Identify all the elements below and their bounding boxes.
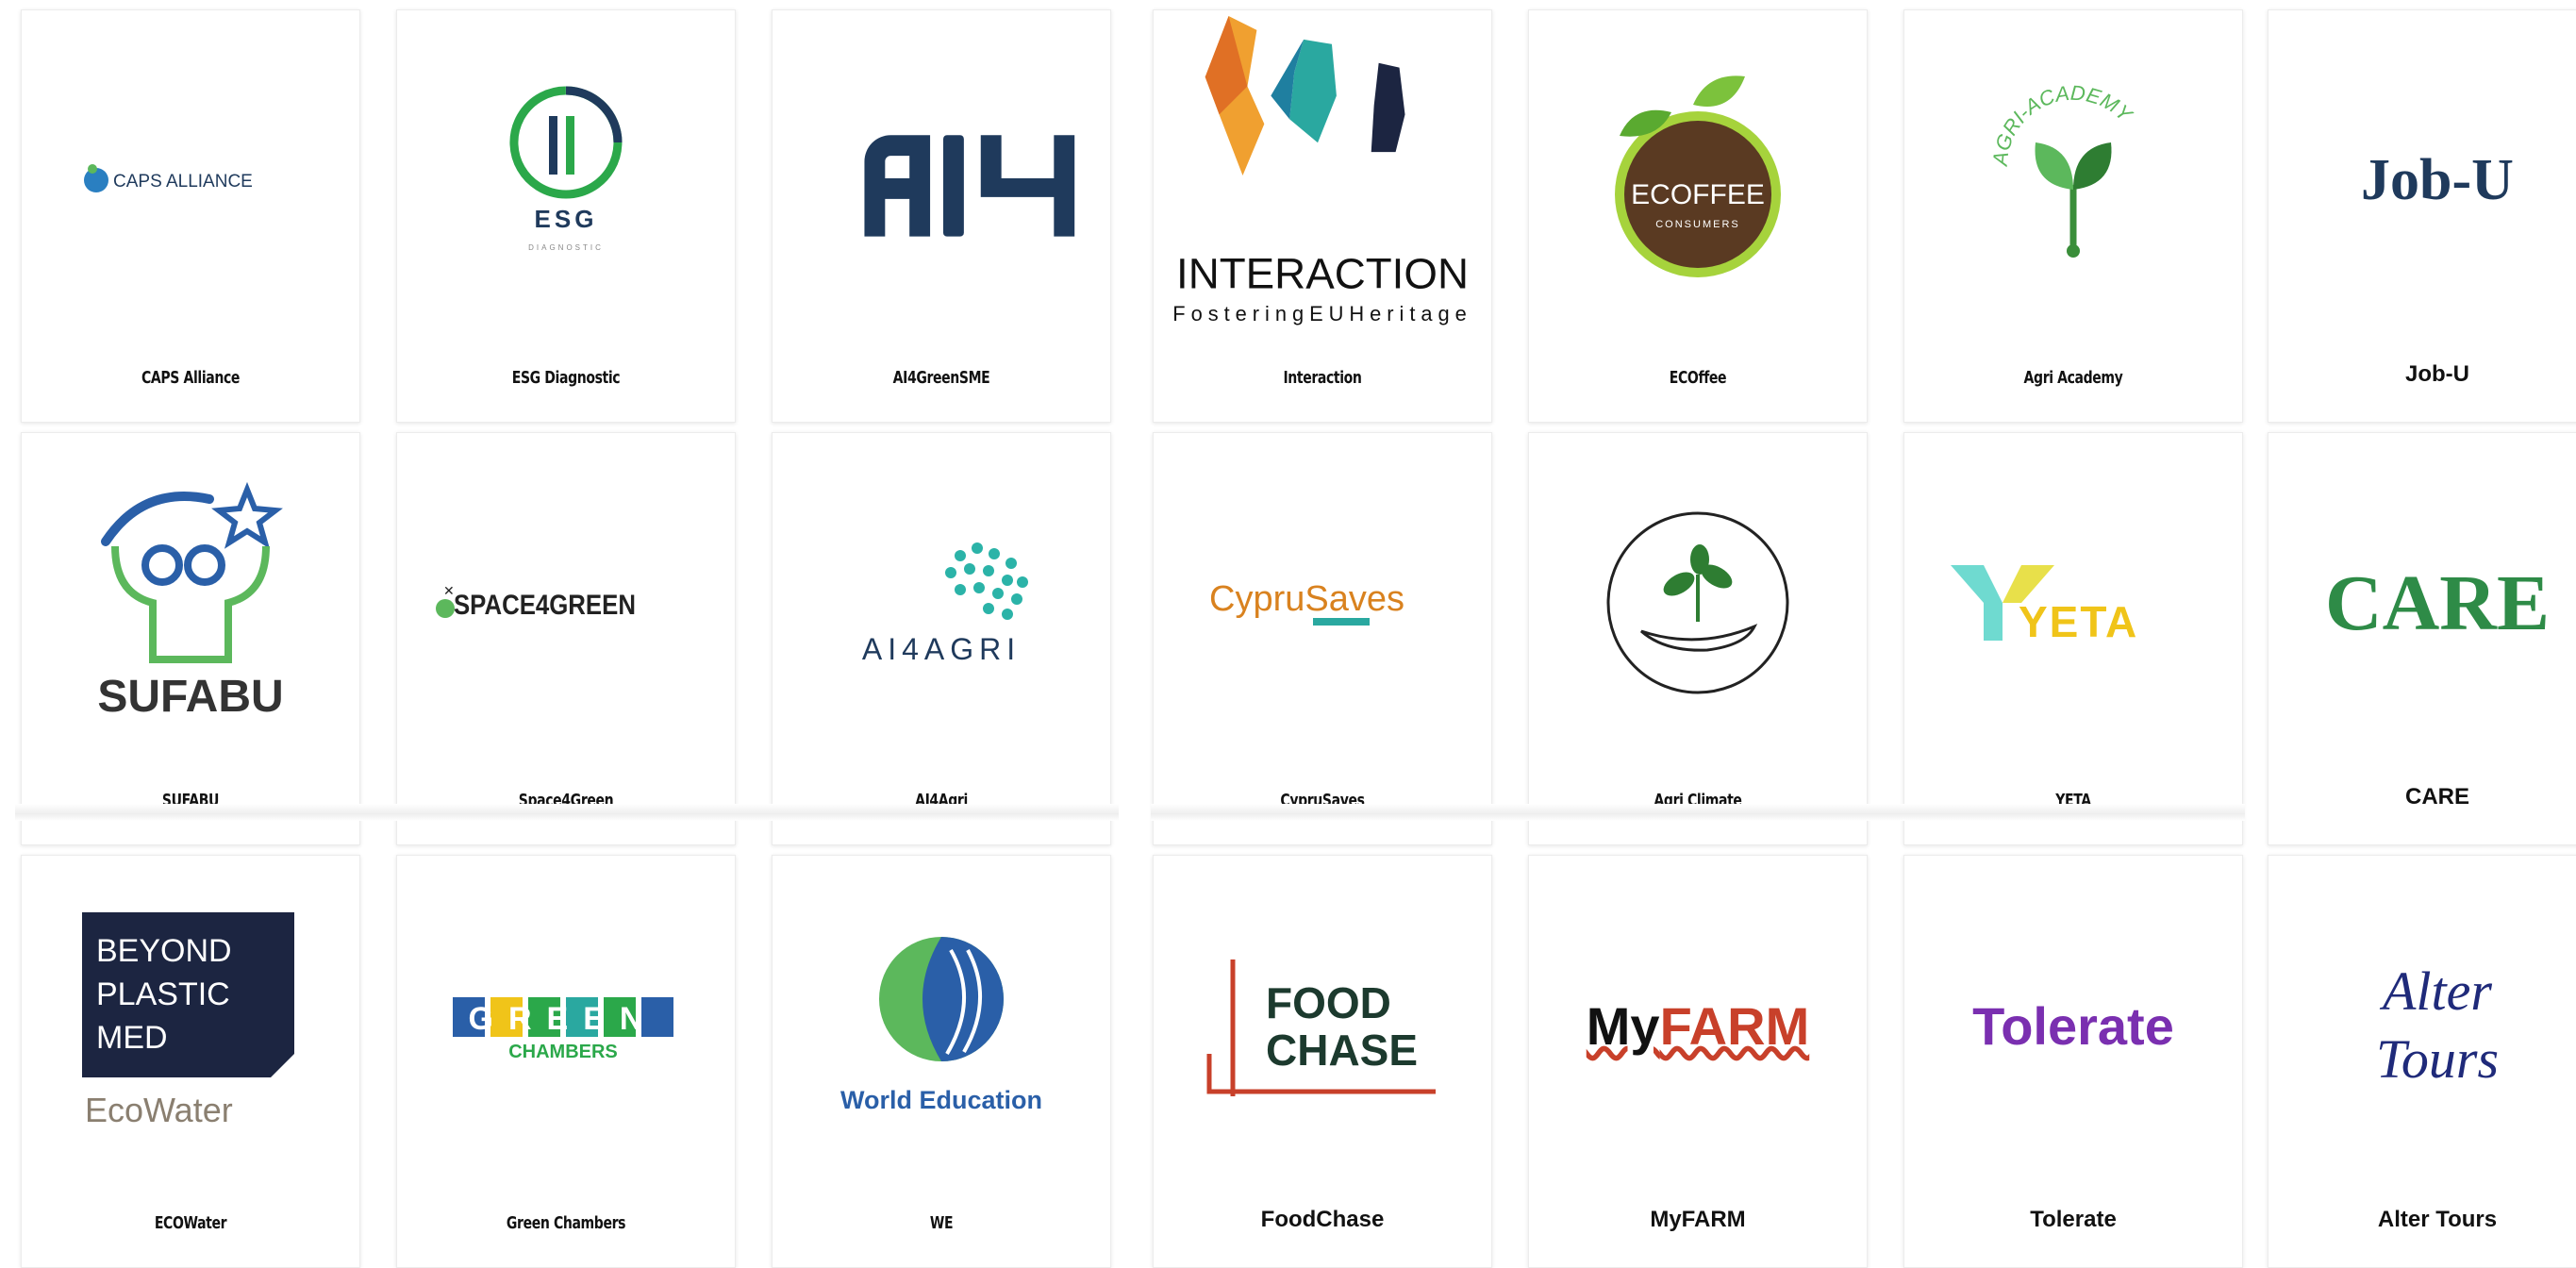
ecoffee-logo: ECOFFEE CONSUMERS [1529,10,1867,350]
interaction-wordmark: INTERACTION [1176,249,1469,297]
project-card-agri-climate[interactable]: Agri Climate [1528,432,1868,845]
caps-alliance-wordmark: CAPS ALLIANCE [113,172,253,192]
project-card-yeta[interactable]: YETA YETA [1903,432,2243,845]
card-label: AI4GreenSME [892,368,990,388]
agri-academy-sprout-logo: AGRI-ACADEMY [1904,10,2242,350]
ecoffee-subtext: CONSUMERS [1655,219,1740,230]
ecowater-subtext: EcoWater [85,1091,233,1129]
green-chambers-logo: GREEN CHAMBERS [397,856,735,1195]
card-label: CAPS Alliance [141,368,241,388]
tolerate-wordmark: Tolerate [1972,995,2174,1056]
foodchase-line-1: FOOD [1266,978,1391,1027]
project-card-ai4agri[interactable]: AI4AGRI AI4Agri [772,432,1111,845]
project-card-tolerate[interactable]: Tolerate Tolerate [1903,855,2243,1268]
job-u-logo: Job-U [2269,10,2576,350]
space4green-wordmark: SPACE4GREEN [454,589,636,620]
interaction-faces-logo: INTERACTION FosteringEUHeritage [1154,10,1491,350]
care-wordmark: CARE [2324,559,2550,647]
ecoffee-wordmark: ECOFFEE [1631,179,1765,210]
myfarm-wordmark: MyFARM [1586,995,1810,1056]
foodchase-line-2: CHASE [1266,1026,1418,1075]
project-card-agri-academy[interactable]: AGRI-ACADEMY Agri Academy [1903,9,2243,423]
project-card-we[interactable]: World Education WE [772,855,1111,1268]
project-card-foodchase[interactable]: FOOD CHASE FoodChase [1153,855,1492,1268]
project-card-alter-tours[interactable]: Alter Tours Alter Tours [2268,855,2576,1268]
alter-tours-logo: Alter Tours [2269,856,2576,1195]
job-u-wordmark: Job-U [2361,147,2514,212]
card-label: ECOWater [154,1213,227,1233]
ecowater-logo: BEYOND PLASTIC MED EcoWater [22,856,359,1195]
esg-subtext: DIAGNOSTIC [528,243,604,252]
yeta-logo: YETA [1904,433,2242,773]
space4green-logo: ✕ SPACE4GREEN [397,433,735,773]
card-label: WE [929,1213,954,1233]
esg-logo: ESG DIAGNOSTIC [397,10,735,350]
project-card-ecoffee[interactable]: ECOFFEE CONSUMERS ECOffee [1528,9,1868,423]
alter-tours-line-1: Alter [2383,959,2492,1022]
ecowater-line-3: MED [96,1020,168,1056]
cyprusaves-wordmark: CypruSaves [1209,579,1404,619]
ecowater-line-2: PLASTIC [96,976,230,1012]
sufabu-logo: SUFABU [22,433,359,773]
foodchase-logo: FOOD CHASE [1154,856,1491,1195]
esg-wordmark: ESG [535,205,598,233]
yeta-wordmark: YETA [2019,597,2138,646]
project-card-esg-diagnostic[interactable]: ESG DIAGNOSTIC ESG Diagnostic [396,9,736,423]
project-card-interaction[interactable]: INTERACTION FosteringEUHeritage Interact… [1153,9,1492,423]
card-label: CARE [2404,784,2469,809]
project-card-care[interactable]: CARE CARE [2268,432,2576,845]
card-label: MyFARM [1650,1207,1746,1232]
project-card-green-chambers[interactable]: GREEN CHAMBERS Green Chambers [396,855,736,1268]
svg-text:✕: ✕ [443,583,455,598]
myfarm-logo: MyFARM [1529,856,1867,1195]
project-card-myfarm[interactable]: MyFARM MyFARM [1528,855,1868,1268]
card-label: Agri Academy [2023,368,2123,388]
alter-tours-line-2: Tours [2375,1028,2500,1090]
row-divider-left [15,804,1119,821]
care-logo: CARE [2269,433,2576,773]
project-card-ai4greensme[interactable]: AI4GreenSME [772,9,1111,423]
sufabu-wordmark: SUFABU [97,672,283,722]
card-label: Green Chambers [506,1213,626,1233]
project-card-cyprusaves[interactable]: CypruSaves CypruSaves [1153,432,1492,845]
project-card-caps-alliance[interactable]: CAPS ALLIANCE CAPS Alliance [21,9,360,423]
ai4agri-wordmark: AI4AGRI [862,632,1021,666]
cyprusaves-logo: CypruSaves [1154,433,1491,773]
card-label: Tolerate [2030,1207,2117,1232]
tolerate-logo: Tolerate [1904,856,2242,1195]
ai4agri-brain-logo: AI4AGRI [773,433,1110,773]
ai4-logo [773,10,1110,350]
interaction-subtext: FosteringEUHeritage [1172,302,1471,325]
caps-alliance-logo: CAPS ALLIANCE [22,10,359,350]
ecowater-line-1: BEYOND [96,933,232,969]
project-card-sufabu[interactable]: SUFABU SUFABU [21,432,360,845]
card-label: ESG Diagnostic [511,368,621,388]
world-education-wordmark: World Education [840,1086,1042,1114]
project-card-ecowater[interactable]: BEYOND PLASTIC MED EcoWater ECOWater [21,855,360,1268]
card-label: Job-U [2405,361,2469,387]
row-divider-right [1151,804,2245,821]
card-label: ECOffee [1669,368,1727,388]
agri-climate-hand-plant-logo [1529,433,1867,773]
world-education-globe-logo: World Education [773,856,1110,1195]
card-label: Alter Tours [2377,1207,2498,1232]
card-label: FoodChase [1260,1207,1385,1232]
project-logo-grid: CAPS ALLIANCE CAPS Alliance ESG DIAGNOST… [0,0,2576,1268]
green-chambers-subtext: CHAMBERS [508,1042,618,1062]
green-chambers-wordmark: GREEN [469,1001,658,1037]
project-card-space4green[interactable]: ✕ SPACE4GREEN Space4Green [396,432,736,845]
project-card-job-u[interactable]: Job-U Job-U [2268,9,2576,423]
card-label: Interaction [1283,368,1362,388]
